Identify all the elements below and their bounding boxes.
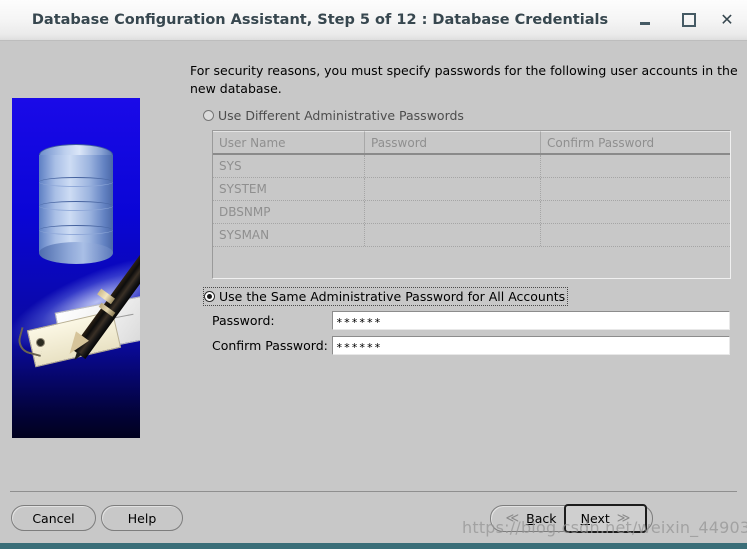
cell-user-name: DBSNMP: [213, 201, 365, 223]
cell-password[interactable]: [365, 155, 541, 177]
table-row[interactable]: SYSTEM: [213, 178, 730, 201]
table-empty-row: [213, 247, 730, 282]
radio-use-different-passwords[interactable]: Use Different Administrative Passwords: [203, 108, 464, 123]
table-row[interactable]: SYSMAN: [213, 224, 730, 247]
window-title: Database Configuration Assistant, Step 5…: [31, 12, 609, 28]
instruction-text: For security reasons, you must specify p…: [190, 63, 738, 96]
cell-password[interactable]: [365, 224, 541, 246]
radio-use-same-password-label: Use the Same Administrative Password for…: [219, 289, 566, 304]
footer-divider: [10, 491, 737, 492]
cell-empty: [541, 247, 730, 282]
cell-empty: [213, 247, 365, 282]
close-icon: ✕: [720, 10, 734, 29]
next-button-label: Next: [580, 511, 610, 526]
radio-selected-dot: [207, 294, 212, 299]
cell-password[interactable]: [365, 178, 541, 200]
cylinder-ring-icon: [39, 201, 113, 211]
help-button[interactable]: Help: [101, 505, 183, 531]
chevron-right-icon: ≫: [616, 511, 631, 526]
radio-button-indicator: [204, 291, 215, 302]
table-row[interactable]: SYS: [213, 155, 730, 178]
column-header-confirm-password: Confirm Password: [541, 131, 730, 153]
radio-use-different-passwords-label: Use Different Administrative Passwords: [218, 108, 464, 123]
cell-confirm-password[interactable]: [541, 201, 730, 223]
close-button[interactable]: ✕: [716, 10, 738, 30]
table-row[interactable]: DBSNMP: [213, 201, 730, 224]
cylinder-ring-icon: [39, 225, 113, 235]
password-field-row: Password: ∗∗∗∗∗∗: [212, 311, 730, 330]
chevron-left-icon: ≪: [505, 511, 520, 526]
back-button[interactable]: ≪ Back: [493, 507, 569, 530]
column-header-password: Password: [365, 131, 541, 153]
cell-user-name: SYSMAN: [213, 224, 365, 246]
confirm-password-label: Confirm Password:: [212, 338, 328, 353]
cell-confirm-password[interactable]: [541, 224, 730, 246]
cell-confirm-password[interactable]: [541, 155, 730, 177]
credentials-table[interactable]: User Name Password Confirm Password SYS …: [212, 130, 731, 279]
table-header-row: User Name Password Confirm Password: [213, 131, 730, 155]
back-button-label: Back: [526, 511, 557, 526]
cylinder-ring-icon: [39, 177, 113, 187]
radio-button-indicator: [203, 110, 214, 121]
cell-confirm-password[interactable]: [541, 178, 730, 200]
title-bar[interactable]: Database Configuration Assistant, Step 5…: [0, 0, 747, 41]
cell-empty: [365, 247, 541, 282]
column-header-user-name: User Name: [213, 131, 365, 153]
minimize-button[interactable]: [634, 10, 656, 30]
cell-password[interactable]: [365, 201, 541, 223]
confirm-password-input[interactable]: ∗∗∗∗∗∗: [332, 336, 730, 355]
password-input[interactable]: ∗∗∗∗∗∗: [332, 311, 730, 330]
minimize-icon: [640, 22, 650, 25]
password-label: Password:: [212, 313, 275, 328]
maximize-icon: [682, 13, 696, 27]
navigation-button-group: ≪ Back Next ≫: [490, 504, 653, 533]
cancel-button[interactable]: Cancel: [11, 505, 96, 531]
next-button[interactable]: Next ≫: [564, 504, 647, 533]
cell-user-name: SYS: [213, 155, 365, 177]
desktop-taskbar-strip: [0, 543, 747, 549]
radio-use-same-password[interactable]: Use the Same Administrative Password for…: [203, 287, 569, 306]
confirm-password-field-row: Confirm Password: ∗∗∗∗∗∗: [212, 336, 730, 355]
database-cylinder-bottom-icon: [39, 242, 113, 264]
wizard-banner-image: [12, 98, 140, 438]
maximize-button[interactable]: [678, 10, 700, 30]
cell-user-name: SYSTEM: [213, 178, 365, 200]
